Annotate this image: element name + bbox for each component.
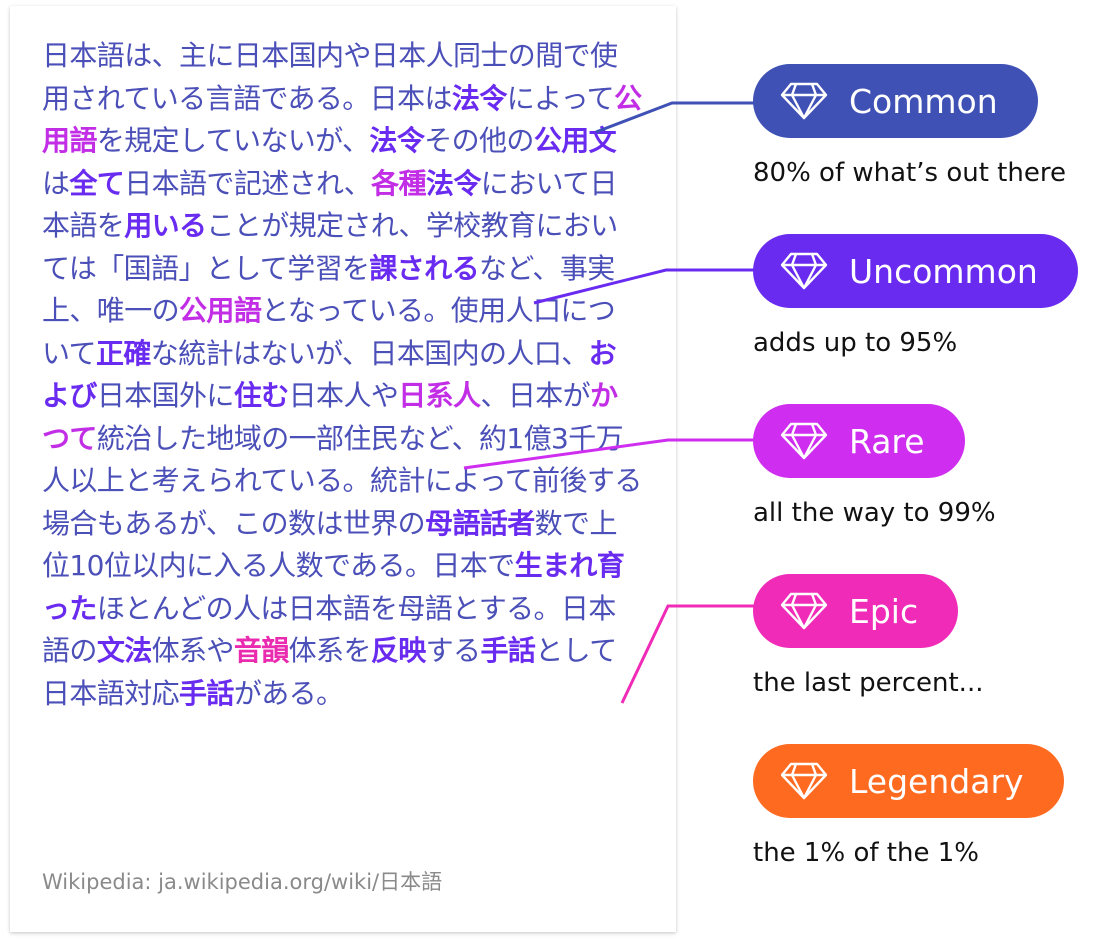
tier-pill-common: Common: [753, 64, 1038, 138]
tier-desc-common: 80% of what’s out there: [753, 158, 1066, 188]
diamond-icon: [780, 252, 828, 290]
tier-desc-legendary: the 1% of the 1%: [753, 838, 979, 868]
tier-pill-rare: Rare: [753, 404, 965, 478]
tier-pill-epic: Epic: [753, 574, 959, 648]
connector-common: [595, 101, 755, 134]
diamond-icon: [780, 592, 828, 630]
tier-label: Common: [849, 81, 998, 121]
tier-desc-rare: all the way to 99%: [753, 498, 996, 528]
tier-label: Epic: [849, 591, 919, 631]
connector-rare: [463, 438, 755, 470]
tier-desc-epic: the last percent...: [753, 668, 984, 698]
diamond-icon: [780, 422, 828, 460]
connector-epic: [620, 604, 755, 704]
tier-desc-uncommon: adds up to 95%: [753, 328, 958, 358]
tier-pill-uncommon: Uncommon: [753, 234, 1078, 308]
tier-label: Rare: [849, 421, 925, 461]
diamond-icon: [780, 762, 828, 800]
tier-pill-legendary: Legendary: [753, 744, 1064, 818]
tier-label: Legendary: [849, 761, 1024, 801]
diamond-icon: [780, 82, 828, 120]
tier-label: Uncommon: [849, 251, 1038, 291]
connector-uncommon: [533, 268, 755, 305]
